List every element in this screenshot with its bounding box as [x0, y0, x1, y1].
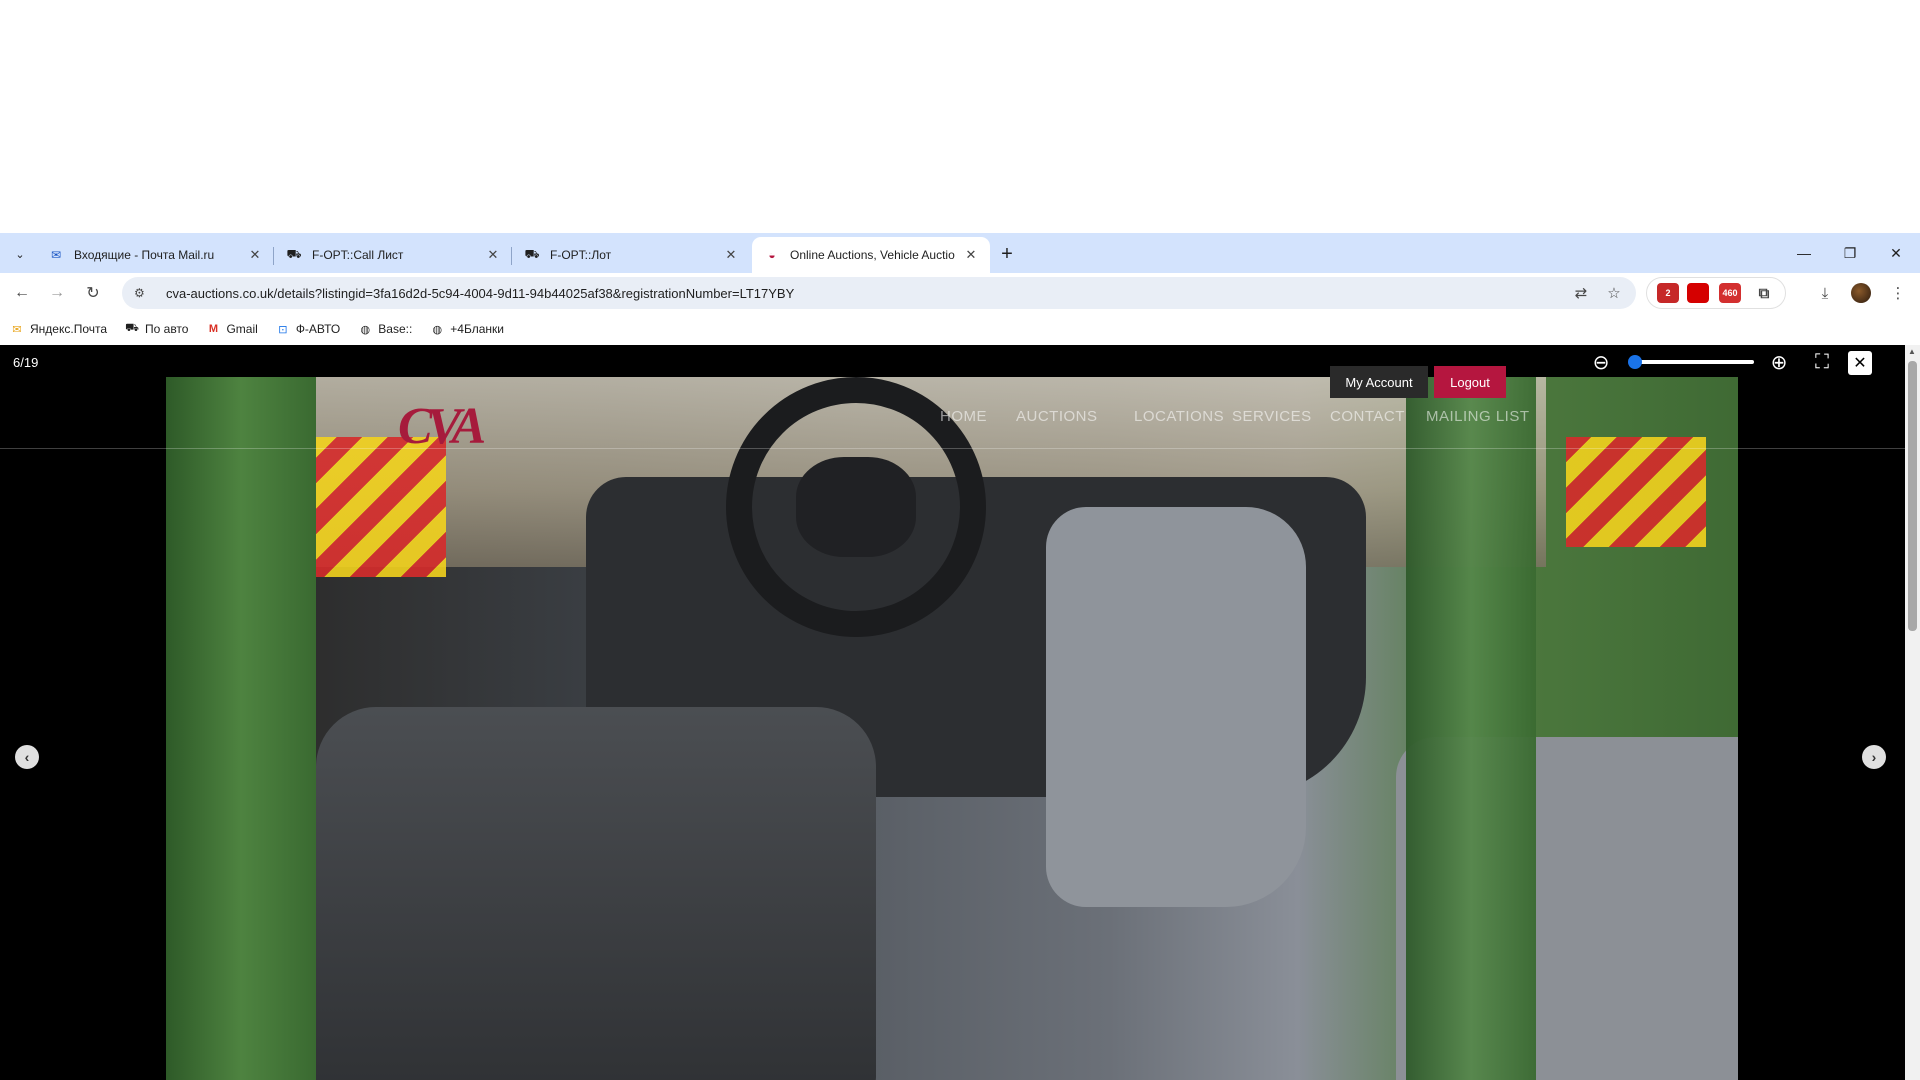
photo-seat	[316, 707, 876, 1080]
avatar	[1851, 283, 1871, 303]
tab-title: Online Auctions, Vehicle Auctio	[790, 248, 955, 262]
scrollbar[interactable]: ▲	[1905, 345, 1920, 1080]
bookmark-blanki[interactable]: ◍ +4Бланки	[430, 322, 504, 336]
my-account-button[interactable]: My Account	[1330, 366, 1428, 398]
menu-kebab-icon[interactable]: ⋮	[1884, 279, 1912, 307]
mail-icon: ✉	[50, 248, 62, 262]
car-icon: ⛟	[125, 322, 139, 334]
prev-image-button[interactable]: ‹	[15, 745, 39, 769]
car-icon: ⛟	[524, 247, 540, 261]
cva-icon: ◒	[768, 248, 776, 262]
red-extension-icon[interactable]	[1687, 283, 1709, 303]
tab-mail[interactable]: ✉ Входящие - Почта Mail.ru ✕	[36, 237, 274, 273]
bookmark-f-avto[interactable]: ⊡ Ф-АВТО	[276, 322, 340, 336]
nav-mailing-list[interactable]: MAILING LIST	[1426, 408, 1530, 425]
nav-contact[interactable]: CONTACT	[1330, 408, 1405, 425]
tab-strip: ⌄ ✉ Входящие - Почта Mail.ru ✕ ⛟ F-OPT::…	[0, 233, 1920, 273]
app-icon: ⊡	[278, 323, 288, 336]
tab-cva-auctions[interactable]: ◒ Online Auctions, Vehicle Auctio ✕	[752, 237, 990, 273]
minimize-button[interactable]: —	[1781, 233, 1827, 273]
tab-call-list[interactable]: ⛟ F-OPT::Call Лист ✕	[274, 237, 512, 273]
bookmark-label: +4Бланки	[450, 322, 504, 336]
shield-extension-icon[interactable]: 2	[1657, 283, 1679, 303]
new-tab-button[interactable]: +	[995, 242, 1019, 266]
toolbar: ← → ↻ ⚙ cva-auctions.co.uk/details?listi…	[0, 273, 1920, 313]
close-window-button[interactable]: ✕	[1873, 233, 1919, 273]
nav-locations[interactable]: LOCATIONS	[1134, 408, 1224, 425]
tab-search-button[interactable]: ⌄	[8, 242, 32, 266]
next-image-button[interactable]: ›	[1862, 745, 1886, 769]
gmail-icon: M	[208, 323, 219, 335]
puzzle-icon[interactable]: ⧉	[1753, 283, 1775, 303]
page-viewport: CVA HOME AUCTIONS LOCATIONS SERVICES CON…	[0, 345, 1920, 1080]
tab-title: F-OPT::Call Лист	[312, 248, 404, 262]
zoom-out-icon[interactable]: ⊖	[1586, 347, 1616, 377]
bookmark-po-avto[interactable]: ⛟ По авто	[125, 322, 188, 336]
nav-auctions[interactable]: AUCTIONS	[1016, 408, 1098, 425]
close-lightbox-icon[interactable]: ✕	[1848, 351, 1872, 375]
zoom-in-icon[interactable]: ⊕	[1764, 347, 1794, 377]
cva-logo[interactable]: CVA	[398, 397, 486, 456]
fullscreen-icon[interactable]: ⛶	[1807, 347, 1837, 377]
site-info-icon[interactable]: ⚙	[134, 286, 152, 300]
tab-title: Входящие - Почта Mail.ru	[74, 248, 215, 262]
photo-console	[1046, 507, 1306, 907]
bookmark-label: Gmail	[226, 322, 258, 336]
translate-icon[interactable]: ⇄	[1567, 279, 1595, 307]
address-bar[interactable]: ⚙ cva-auctions.co.uk/details?listingid=3…	[122, 277, 1636, 309]
image-counter: 6/19	[13, 355, 39, 370]
browser-window: ⌄ ✉ Входящие - Почта Mail.ru ✕ ⛟ F-OPT::…	[0, 233, 1920, 1080]
bookmark-label: Base::	[378, 322, 413, 336]
download-icon[interactable]: ⤓	[1811, 279, 1839, 307]
zoom-slider-handle[interactable]	[1628, 355, 1642, 369]
close-icon[interactable]: ✕	[484, 246, 502, 264]
scrollbar-thumb[interactable]	[1908, 361, 1917, 631]
scroll-up-icon[interactable]: ▲	[1908, 347, 1916, 356]
url-text: cva-auctions.co.uk/details?listingid=3fa…	[166, 285, 795, 301]
bookmark-label: Ф-АВТО	[295, 322, 341, 336]
close-icon[interactable]: ✕	[246, 246, 264, 264]
bookmark-star-icon[interactable]: ☆	[1600, 279, 1628, 307]
counter-extension-icon[interactable]: 460	[1719, 283, 1741, 303]
extensions-group: 2 460 ⧉	[1646, 277, 1786, 309]
blank-area	[0, 0, 1920, 233]
globe-icon: ◍	[360, 323, 371, 336]
restore-button[interactable]: ❐	[1827, 233, 1873, 273]
photo-wheel-hub	[796, 457, 916, 557]
profile-avatar[interactable]	[1847, 279, 1875, 307]
bookmark-gmail[interactable]: M Gmail	[206, 322, 258, 336]
car-icon: ⛟	[286, 247, 302, 261]
forward-button[interactable]: →	[43, 279, 71, 307]
bookmark-label: Яндекс.Почта	[30, 322, 108, 336]
close-icon[interactable]: ✕	[722, 246, 740, 264]
reload-button[interactable]: ↻	[79, 279, 107, 307]
logout-button[interactable]: Logout	[1434, 366, 1506, 398]
photo-door-pillar	[166, 377, 316, 1080]
tab-lot[interactable]: ⛟ F-OPT::Лот ✕	[512, 237, 750, 273]
vehicle-photo	[166, 377, 1738, 1080]
bookmark-label: По авто	[145, 322, 189, 336]
globe-icon: ◍	[432, 323, 443, 336]
zoom-slider[interactable]	[1628, 355, 1754, 369]
photo-hazard-stripes	[1566, 437, 1706, 547]
nav-home[interactable]: HOME	[940, 408, 987, 425]
bookmark-yandex-mail[interactable]: ✉ Яндекс.Почта	[10, 322, 107, 336]
photo-door-pillar	[1406, 377, 1536, 1080]
close-icon[interactable]: ✕	[962, 246, 980, 264]
bookmark-base[interactable]: ◍ Base::	[358, 322, 412, 336]
bookmarks-bar: ✉ Яндекс.Почта ⛟ По авто M Gmail ⊡ Ф-АВТ…	[0, 313, 1920, 345]
mail-icon: ✉	[12, 323, 22, 336]
chevron-down-icon: ⌄	[15, 248, 25, 261]
nav-services[interactable]: SERVICES	[1232, 408, 1312, 425]
back-button[interactable]: ←	[8, 279, 36, 307]
tab-title: F-OPT::Лот	[550, 248, 612, 262]
